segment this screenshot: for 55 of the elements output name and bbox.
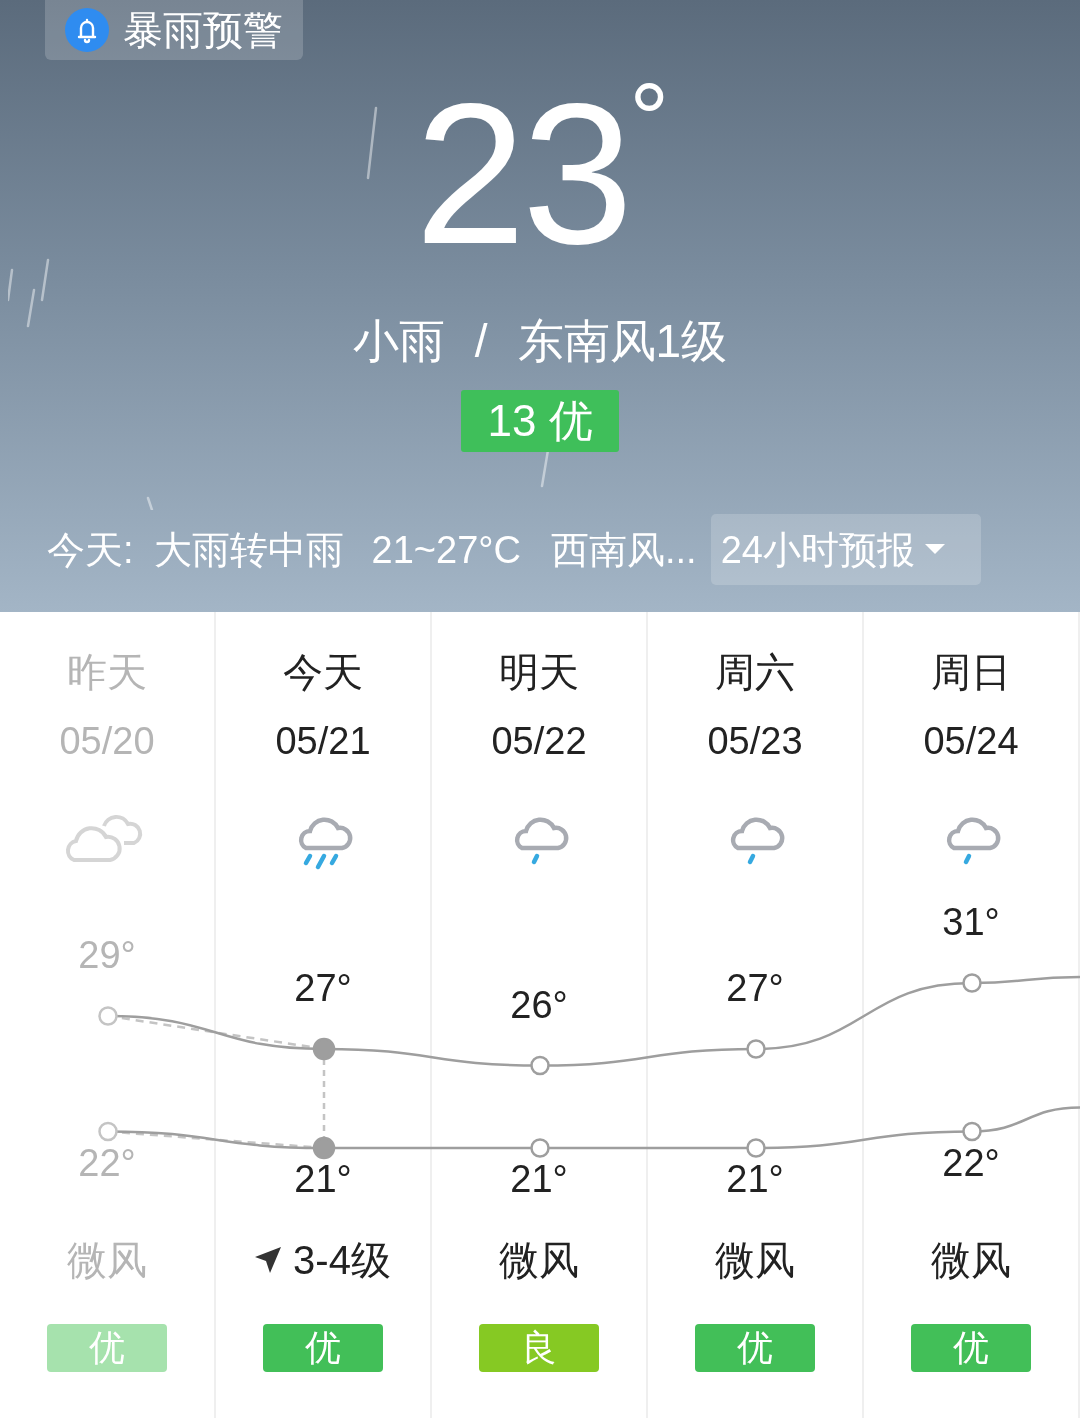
air-quality-badge: 优 bbox=[47, 1324, 167, 1372]
air-quality-badge: 优 bbox=[263, 1324, 383, 1372]
temperature-point bbox=[962, 973, 982, 993]
low-temperature: 21° bbox=[725, 1160, 785, 1198]
wind-level: 3-4级 bbox=[293, 1240, 391, 1280]
alert-text: 暴雨预警 bbox=[123, 10, 283, 50]
temperature-point bbox=[962, 1121, 982, 1142]
day-date: 05/20 bbox=[59, 722, 155, 760]
day-name: 今天 bbox=[283, 652, 363, 692]
temperature-point bbox=[312, 1037, 336, 1061]
air-quality-badge: 优 bbox=[695, 1324, 815, 1372]
navigation-arrow-icon bbox=[255, 1247, 282, 1273]
temperature-point bbox=[98, 1006, 118, 1026]
wind-info: 东南风1级 bbox=[517, 318, 728, 364]
temperature-point bbox=[746, 1039, 766, 1059]
aqi-badge[interactable]: 13 优 bbox=[461, 390, 619, 452]
temperature-point bbox=[312, 1136, 336, 1160]
storm-alert-badge[interactable]: 暴雨预警 bbox=[45, 0, 303, 60]
high-temperature: 26° bbox=[509, 985, 569, 1024]
temperature-point bbox=[746, 1138, 766, 1158]
low-temperature: 21° bbox=[509, 1160, 569, 1198]
day-name: 周日 bbox=[931, 652, 1011, 692]
current-temperature: 23$^{°}$ bbox=[414, 64, 666, 274]
day-date: 05/24 bbox=[923, 722, 1019, 760]
separator: / bbox=[474, 318, 488, 364]
high-temperature: 27° bbox=[293, 969, 353, 1007]
temperature-point bbox=[98, 1121, 118, 1142]
wind-level: 微风 bbox=[67, 1240, 147, 1280]
low-temperature: 22° bbox=[77, 1143, 137, 1182]
hourly-forecast-button[interactable]: 24小时预报 bbox=[710, 514, 981, 585]
day-name: 周六 bbox=[715, 652, 795, 692]
high-temperature: 31° bbox=[941, 903, 1001, 941]
caret-icon bbox=[924, 543, 945, 556]
wind-level: 微风 bbox=[715, 1240, 795, 1280]
high-temperature: 27° bbox=[725, 969, 785, 1007]
today-weather: 大雨转中雨 bbox=[153, 530, 344, 569]
air-quality-badge: 优 bbox=[911, 1324, 1031, 1372]
today-wind: 西南风... bbox=[550, 530, 697, 569]
air-quality-badge: 良 bbox=[479, 1324, 599, 1372]
wind-level: 微风 bbox=[499, 1240, 579, 1280]
today-temperature-range: 21~27°C bbox=[371, 530, 521, 569]
bell-icon bbox=[65, 8, 109, 52]
wind-level: 微风 bbox=[931, 1240, 1011, 1280]
weather-condition: 小雨 bbox=[352, 318, 445, 364]
today-label: 今天: bbox=[47, 530, 134, 569]
day-date: 05/22 bbox=[491, 722, 587, 760]
high-temperature: 29° bbox=[77, 936, 137, 974]
day-date: 05/23 bbox=[707, 722, 803, 760]
day-date: 05/21 bbox=[275, 722, 371, 760]
low-temperature: 21° bbox=[293, 1160, 353, 1198]
temperature-point bbox=[530, 1055, 550, 1076]
day-name: 昨天 bbox=[67, 652, 147, 692]
low-temperature: 22° bbox=[941, 1143, 1001, 1182]
day-name: 明天 bbox=[499, 652, 579, 692]
temperature-point bbox=[530, 1138, 550, 1158]
